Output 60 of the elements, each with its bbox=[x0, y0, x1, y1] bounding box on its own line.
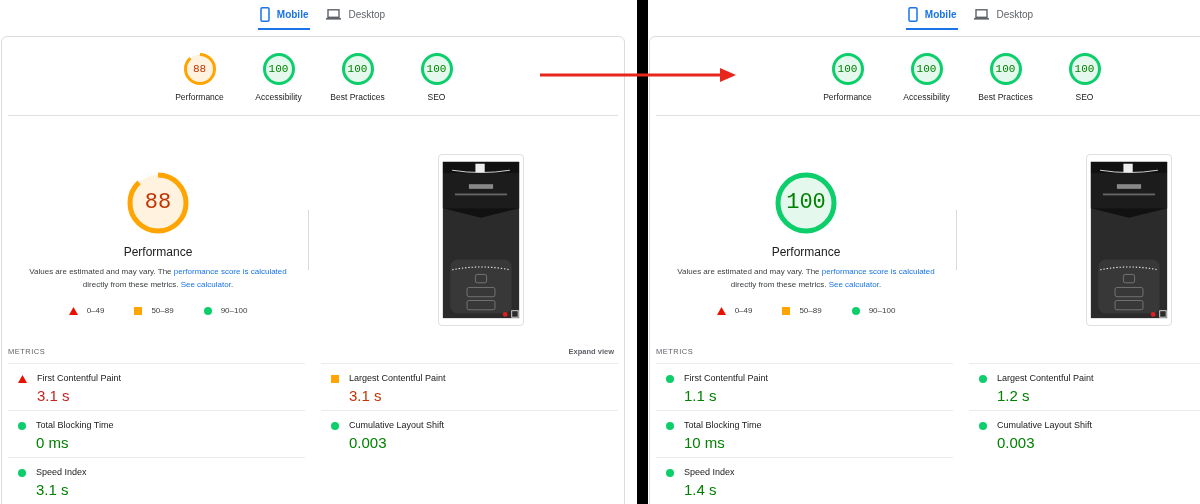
category-label: Performance bbox=[175, 91, 224, 104]
legend-range: 50–89 bbox=[151, 304, 174, 317]
metric-value: 0 ms bbox=[36, 432, 70, 453]
phone-icon bbox=[259, 6, 270, 22]
metric-value: 1.1 s bbox=[684, 385, 718, 406]
score-value: 88 bbox=[144, 189, 172, 218]
score-value: 100 bbox=[916, 61, 937, 77]
score-value: 100 bbox=[786, 189, 826, 218]
legend-range: 50–89 bbox=[799, 304, 822, 317]
calculator-link[interactable]: See calculator bbox=[828, 279, 879, 289]
score-value: 100 bbox=[347, 61, 368, 77]
score-calculation-link[interactable]: performance score is calculated bbox=[173, 266, 287, 276]
metric-name: Cumulative Layout Shift bbox=[997, 419, 1093, 432]
device-tab[interactable]: Mobile bbox=[905, 0, 959, 30]
metric-value: 0.003 bbox=[997, 432, 1036, 453]
metric-value: 1.4 s bbox=[684, 479, 718, 500]
metric-name: Speed Index bbox=[36, 466, 87, 479]
metric-value: 3.1 s bbox=[349, 385, 383, 406]
score-value: 100 bbox=[837, 61, 858, 77]
score-value: 100 bbox=[995, 61, 1016, 77]
metric-name: Total Blocking Time bbox=[36, 419, 114, 432]
calculator-link[interactable]: See calculator bbox=[180, 279, 231, 289]
metric-value: 1.2 s bbox=[997, 385, 1031, 406]
phone-icon bbox=[907, 6, 918, 22]
category-label: Accessibility bbox=[255, 91, 302, 104]
metric-name: Speed Index bbox=[684, 466, 735, 479]
performance-title: Performance bbox=[771, 243, 841, 261]
score-value: 100 bbox=[268, 61, 289, 77]
score-value: 100 bbox=[1074, 61, 1095, 77]
category-label: SEO bbox=[427, 91, 446, 104]
metric-name: Cumulative Layout Shift bbox=[349, 419, 445, 432]
category-label: Performance bbox=[823, 91, 872, 104]
performance-title: Performance bbox=[123, 243, 193, 261]
legend-range: 90–100 bbox=[868, 304, 896, 317]
metric-value: 10 ms bbox=[684, 432, 726, 453]
score-description: Values are estimated and may vary. The performance score is calculated directly from these metrics. See calculator. bbox=[28, 265, 288, 291]
legend-range: 90–100 bbox=[220, 304, 248, 317]
laptop-icon bbox=[974, 8, 990, 20]
device-tab[interactable]: Mobile bbox=[257, 0, 311, 30]
device-tab[interactable]: Desktop bbox=[324, 0, 388, 30]
device-tab[interactable]: Desktop bbox=[972, 0, 1036, 30]
legend-range: 0–49 bbox=[86, 304, 105, 317]
metric-name: Largest Contentful Paint bbox=[997, 372, 1094, 385]
legend-range: 0–49 bbox=[734, 304, 753, 317]
category-label: SEO bbox=[1075, 91, 1094, 104]
score-value: 100 bbox=[426, 61, 447, 77]
category-label: Best Practices bbox=[978, 91, 1033, 104]
score-calculation-link[interactable]: performance score is calculated bbox=[821, 266, 935, 276]
metric-value: 3.1 s bbox=[36, 479, 70, 500]
metric-name: First Contentful Paint bbox=[37, 372, 122, 385]
category-label: Accessibility bbox=[903, 91, 950, 104]
metric-value: 0.003 bbox=[349, 432, 388, 453]
category-label: Best Practices bbox=[330, 91, 385, 104]
score-value: 88 bbox=[192, 61, 207, 77]
metric-name: First Contentful Paint bbox=[684, 372, 769, 385]
metric-name: Largest Contentful Paint bbox=[349, 372, 446, 385]
metric-name: Total Blocking Time bbox=[684, 419, 762, 432]
metric-value: 3.1 s bbox=[37, 385, 71, 406]
score-description: Values are estimated and may vary. The performance score is calculated directly from these metrics. See calculator. bbox=[676, 265, 936, 291]
laptop-icon bbox=[326, 8, 342, 20]
